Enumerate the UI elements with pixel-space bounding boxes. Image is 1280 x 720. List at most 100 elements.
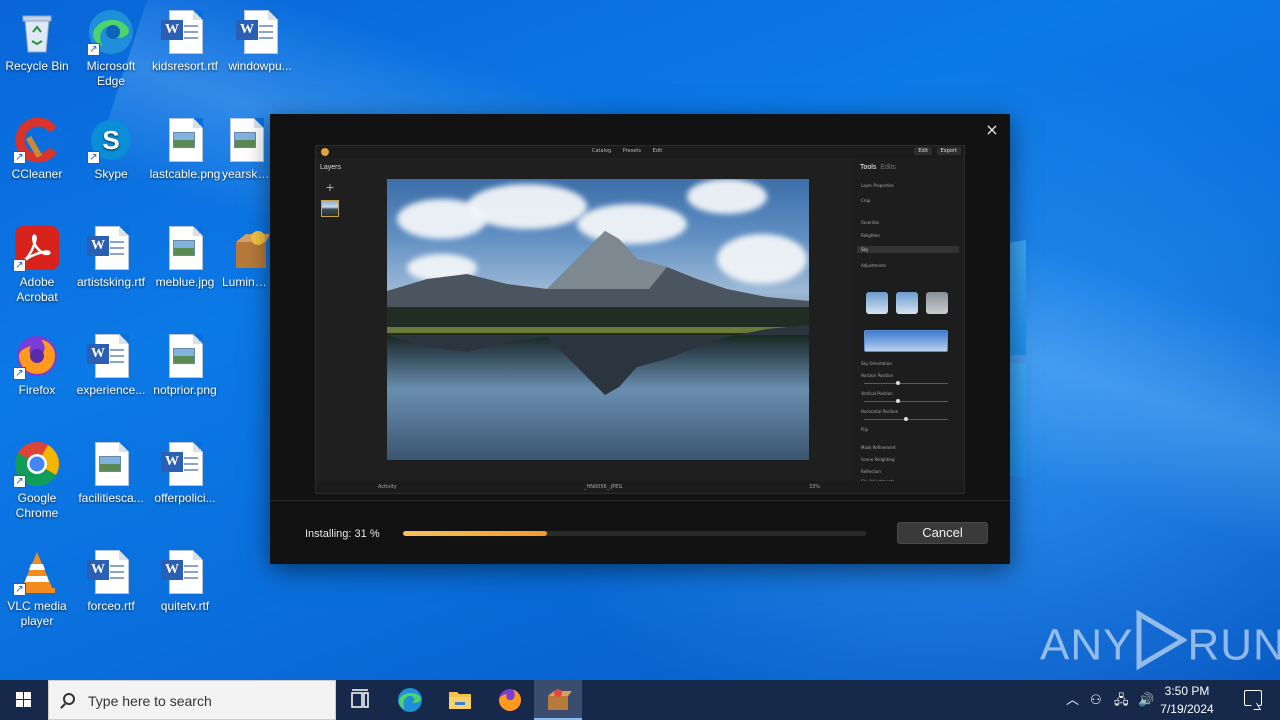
desktop-icon-lastcable[interactable]: lastcable.png <box>147 116 223 182</box>
network-icon[interactable]: 🖧 <box>1114 692 1129 708</box>
desktop-icon-label: forceo.rtf <box>87 599 135 613</box>
preview-tool-row: Sky Orientation <box>861 361 892 366</box>
desktop-icon-notprior[interactable]: notprior.png <box>147 332 223 398</box>
shortcut-arrow-icon: ↗ <box>13 583 26 596</box>
preview-tool-row: Adjustments <box>861 263 887 268</box>
preview-top-buttons: Edit Export <box>911 147 961 155</box>
desktop-icon-label: VLC media player <box>7 599 67 628</box>
taskbar: Type here to search ︿ ⚇ 🖧 🔊 3:50 PM 7/19… <box>0 680 1280 720</box>
svg-text:S: S <box>102 125 119 155</box>
recycle-bin-icon <box>13 8 61 56</box>
task-view-icon <box>351 689 369 708</box>
adobe-acrobat-icon: ↗ <box>13 224 61 272</box>
preview-nav: Catalog Presets Edit <box>592 148 672 154</box>
desktop-icon-label: Google Chrome <box>15 491 59 520</box>
image-file-icon <box>161 332 209 380</box>
desktop-icon-label: Adobe Acrobat <box>16 275 58 304</box>
word-document-icon: W <box>161 548 209 596</box>
preview-tool-row: Horizontal Position <box>861 409 899 414</box>
installer-box-icon <box>548 689 572 710</box>
start-button[interactable] <box>0 680 48 720</box>
desktop-icon-label: kidsresort.rtf <box>151 59 218 73</box>
desktop-icon-offerpolici[interactable]: W offerpolici... <box>147 440 223 506</box>
desktop-icon-meblue[interactable]: meblue.jpg <box>147 224 223 290</box>
preview-edits-tab: Edits <box>880 164 896 171</box>
firefox-icon: ↗ <box>13 332 61 380</box>
preview-nav-catalog: Catalog <box>592 148 612 154</box>
desktop-icon-label: meblue.jpg <box>155 275 215 289</box>
skype-icon: S ↗ <box>87 116 135 164</box>
taskbar-edge-button[interactable] <box>386 680 434 720</box>
word-document-icon: W <box>161 440 209 488</box>
desktop-icon-ccleaner[interactable]: ↗ CCleaner <box>0 116 75 182</box>
desktop-icon-kidsresort[interactable]: W kidsresort.rtf <box>147 8 223 74</box>
cancel-button[interactable]: Cancel <box>897 522 988 544</box>
preview-layer-thumbnail <box>321 200 339 217</box>
taskbar-search-box[interactable]: Type here to search <box>48 680 336 720</box>
taskbar-installer-button[interactable] <box>534 680 582 720</box>
desktop-icon-label: lastcable.png <box>149 167 221 181</box>
word-document-icon: W <box>236 8 284 56</box>
desktop-icon-quitetv[interactable]: W quitetv.rtf <box>147 548 223 614</box>
install-progress-bar <box>403 531 866 536</box>
desktop-icon-adobe-acrobat[interactable]: ↗ Adobe Acrobat <box>0 224 75 305</box>
desktop-icon-experience[interactable]: W experience... <box>73 332 149 398</box>
preview-activity-label: Activity <box>378 484 397 490</box>
word-document-icon: W <box>161 8 209 56</box>
preview-tool-row: Mask Refinement <box>861 445 896 450</box>
system-tray: ︿ ⚇ 🖧 🔊 3:50 PM 7/19/2024 <box>1060 680 1280 720</box>
desktop-icon-luminar[interactable]: Lumina... <box>222 224 270 290</box>
meet-now-icon[interactable]: ⚇ <box>1090 692 1102 708</box>
preview-tool-row-selected: Sky <box>857 246 959 253</box>
desktop-icon-skype[interactable]: S ↗ Skype <box>73 116 149 182</box>
taskbar-firefox-button[interactable] <box>486 680 534 720</box>
search-icon <box>63 693 75 705</box>
desktop-icon-microsoft-edge[interactable]: ↗ Microsoft Edge <box>73 8 149 89</box>
shortcut-arrow-icon: ↗ <box>87 43 100 56</box>
desktop-icon-firefox[interactable]: ↗ Firefox <box>0 332 75 398</box>
edge-icon <box>398 688 422 712</box>
desktop-icon-vlc[interactable]: ↗ VLC media player <box>0 548 75 629</box>
app-logo-icon <box>321 148 329 156</box>
desktop-icon-yearskb[interactable]: yearskb... <box>222 116 270 182</box>
ccleaner-icon: ↗ <box>13 116 61 164</box>
dialog-divider <box>270 500 1010 501</box>
desktop-icon-facilitiesca[interactable]: facilitiesca... <box>73 440 149 506</box>
shortcut-arrow-icon: ↗ <box>13 367 26 380</box>
preview-tools-panel: Tools Edits Layer Properties Crop Favorit… <box>854 158 964 484</box>
luminar-installer-icon <box>222 224 270 272</box>
preview-sky-selection <box>864 330 948 352</box>
desktop-icon-artistsking[interactable]: W artistsking.rtf <box>73 224 149 290</box>
preview-tool-row: Reflection <box>861 469 881 474</box>
task-view-button[interactable] <box>336 680 384 720</box>
preview-filename: _HN0056_.JPEG <box>584 484 623 490</box>
preview-tool-row: Vertical Position <box>861 391 893 396</box>
desktop-icon-label: quitetv.rtf <box>160 599 210 613</box>
edge-icon: ↗ <box>87 8 135 56</box>
desktop-icon-label: Firefox <box>18 383 56 397</box>
desktop-icon-label: windowpu... <box>228 59 292 73</box>
preview-layers-title: Layers <box>320 164 342 171</box>
preview-slider <box>864 417 948 421</box>
word-document-icon: W <box>87 548 135 596</box>
desktop-icon-forceo[interactable]: W forceo.rtf <box>73 548 149 614</box>
desktop-icon-recycle-bin[interactable]: Recycle Bin <box>0 8 75 74</box>
word-document-icon: W <box>87 224 135 272</box>
desktop-icon-label: CCleaner <box>11 167 63 181</box>
close-icon[interactable]: × <box>984 122 1000 138</box>
chevron-up-icon[interactable]: ︿ <box>1066 692 1079 708</box>
firefox-icon <box>499 689 521 711</box>
watermark-text-left: ANY <box>1040 620 1134 670</box>
desktop-icon-label: yearskb... <box>222 167 270 181</box>
preview-nav-edit: Edit <box>652 148 663 154</box>
clock-date: 7/19/2024 <box>1160 702 1214 716</box>
notification-center-icon[interactable] <box>1244 690 1262 706</box>
image-file-icon <box>161 116 209 164</box>
preview-zoom: 33% <box>808 484 820 490</box>
taskbar-file-explorer-button[interactable] <box>436 680 484 720</box>
anyrun-watermark: ANY RUN <box>1040 609 1280 674</box>
desktop-icon-windowpu[interactable]: W windowpu... <box>222 8 298 74</box>
taskbar-clock[interactable]: 3:50 PM 7/19/2024 <box>1152 684 1222 716</box>
desktop-icon-label: offerpolici... <box>154 491 216 505</box>
desktop-icon-google-chrome[interactable]: ↗ Google Chrome <box>0 440 75 521</box>
